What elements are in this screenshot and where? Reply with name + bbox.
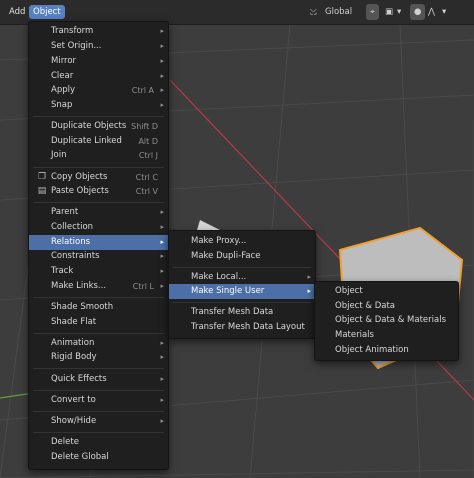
- chevron-right-icon: ▸: [160, 282, 164, 290]
- chevron-right-icon: ▸: [160, 267, 164, 275]
- proportional-editing-icon[interactable]: ●: [410, 4, 426, 20]
- menu-item-join[interactable]: Join Ctrl J: [29, 148, 168, 163]
- menu-item-shade-flat[interactable]: Shade Flat: [29, 315, 168, 330]
- menu-item-shade-smooth[interactable]: Shade Smooth: [29, 300, 168, 315]
- chevron-right-icon: ▸: [160, 27, 164, 35]
- menu-separator: [33, 390, 164, 391]
- chevron-right-icon: ▸: [160, 101, 164, 109]
- paste-icon: ▤: [37, 186, 47, 196]
- menu-separator: [33, 333, 164, 334]
- menu-item-clear[interactable]: Clear ▸: [29, 69, 168, 84]
- snap-icon[interactable]: ⌖: [366, 4, 379, 20]
- chevron-right-icon: ▸: [160, 417, 164, 425]
- chevron-right-icon: ▸: [160, 86, 164, 94]
- menu-item-snap[interactable]: Snap ▸: [29, 98, 168, 113]
- menu-item-make-links[interactable]: Make Links... Ctrl L ▸: [29, 279, 168, 294]
- menu-item-delete-global[interactable]: Delete Global: [29, 450, 168, 465]
- chevron-down-icon[interactable]: ▾: [442, 4, 446, 20]
- menu-item-animation[interactable]: Animation ▸: [29, 336, 168, 351]
- menu-item-paste-objects[interactable]: ▤ Paste Objects Ctrl V: [29, 184, 168, 199]
- menu-separator: [33, 297, 164, 298]
- menu-separator: [33, 116, 164, 117]
- chevron-right-icon: ▸: [160, 353, 164, 361]
- menu-item-track[interactable]: Track ▸: [29, 264, 168, 279]
- menu-separator: [33, 432, 164, 433]
- menu-item-relations[interactable]: Relations ▸: [29, 235, 168, 250]
- menu-item-copy-objects[interactable]: ❐ Copy Objects Ctrl C: [29, 170, 168, 185]
- menu-item-set-origin[interactable]: Set Origin... ▸: [29, 39, 168, 54]
- chevron-right-icon: ▸: [160, 42, 164, 50]
- menu-item-parent[interactable]: Parent ▸: [29, 205, 168, 220]
- chevron-down-icon[interactable]: ▾: [397, 4, 401, 20]
- menu-item-delete[interactable]: Delete: [29, 435, 168, 450]
- menu-item-apply[interactable]: Apply Ctrl A ▸: [29, 83, 168, 98]
- menu-item-convert-to[interactable]: Convert to ▸: [29, 393, 168, 408]
- chevron-right-icon: ▸: [160, 396, 164, 404]
- chevron-right-icon: ▸: [160, 72, 164, 80]
- menu-item-make-single-user[interactable]: Make Single User ▸: [169, 284, 315, 299]
- chevron-right-icon: ▸: [160, 238, 164, 246]
- chevron-right-icon: ▸: [160, 208, 164, 216]
- menu-item-make-proxy[interactable]: Make Proxy...: [169, 234, 315, 249]
- relations-submenu: Make Proxy... Make Dupli-Face Make Local…: [168, 230, 316, 339]
- menu-item-quick-effects[interactable]: Quick Effects ▸: [29, 372, 168, 387]
- menu-item-single-user-object-data[interactable]: Object & Data: [315, 299, 458, 314]
- menu-item-make-dupli-face[interactable]: Make Dupli-Face: [169, 249, 315, 264]
- chevron-right-icon: ▸: [160, 57, 164, 65]
- chevron-right-icon: ▸: [160, 339, 164, 347]
- menu-item-make-local[interactable]: Make Local... ▸: [169, 270, 315, 285]
- menu-item-duplicate-objects[interactable]: Duplicate Objects Shift D: [29, 119, 168, 134]
- menu-item-transfer-mesh-data[interactable]: Transfer Mesh Data: [169, 305, 315, 320]
- menu-separator: [173, 302, 311, 303]
- menu-separator: [33, 411, 164, 412]
- menu-item-mirror[interactable]: Mirror ▸: [29, 54, 168, 69]
- menu-item-transform[interactable]: Transform ▸: [29, 24, 168, 39]
- falloff-icon[interactable]: ⋀: [428, 4, 435, 20]
- menu-item-duplicate-linked[interactable]: Duplicate Linked Alt D: [29, 134, 168, 149]
- menu-item-single-user-object-animation[interactable]: Object Animation: [315, 343, 458, 358]
- chevron-right-icon: ▸: [160, 252, 164, 260]
- add-menu[interactable]: Add: [5, 5, 29, 19]
- copy-icon: ❐: [37, 172, 47, 182]
- menu-item-show-hide[interactable]: Show/Hide ▸: [29, 414, 168, 429]
- object-menu-button[interactable]: Object: [29, 5, 65, 19]
- transform-orientation-dropdown[interactable]: Global: [325, 4, 352, 20]
- chevron-right-icon: ▸: [160, 223, 164, 231]
- chevron-right-icon: ▸: [307, 273, 311, 281]
- chevron-right-icon: ▸: [307, 287, 311, 295]
- menu-item-rigid-body[interactable]: Rigid Body ▸: [29, 350, 168, 365]
- menu-item-constraints[interactable]: Constraints ▸: [29, 249, 168, 264]
- menu-item-transfer-mesh-data-layout[interactable]: Transfer Mesh Data Layout: [169, 320, 315, 335]
- menu-separator: [173, 267, 311, 268]
- menu-item-single-user-object-data-materials[interactable]: Object & Data & Materials: [315, 313, 458, 328]
- chevron-right-icon: ▸: [160, 375, 164, 383]
- make-single-user-submenu: Object Object & Data Object & Data & Mat…: [314, 281, 459, 361]
- menu-separator: [33, 202, 164, 203]
- menu-separator: [33, 368, 164, 369]
- object-menu: Transform ▸ Set Origin... ▸ Mirror ▸ Clear ▸…: [28, 21, 169, 470]
- transform-orientation-icon[interactable]: ⤩: [310, 4, 317, 20]
- menu-item-single-user-materials[interactable]: Materials: [315, 328, 458, 343]
- menu-item-single-user-object[interactable]: Object: [315, 284, 458, 299]
- menu-separator: [33, 167, 164, 168]
- snap-target-icon[interactable]: ▣: [385, 4, 393, 20]
- menu-item-collection[interactable]: Collection ▸: [29, 220, 168, 235]
